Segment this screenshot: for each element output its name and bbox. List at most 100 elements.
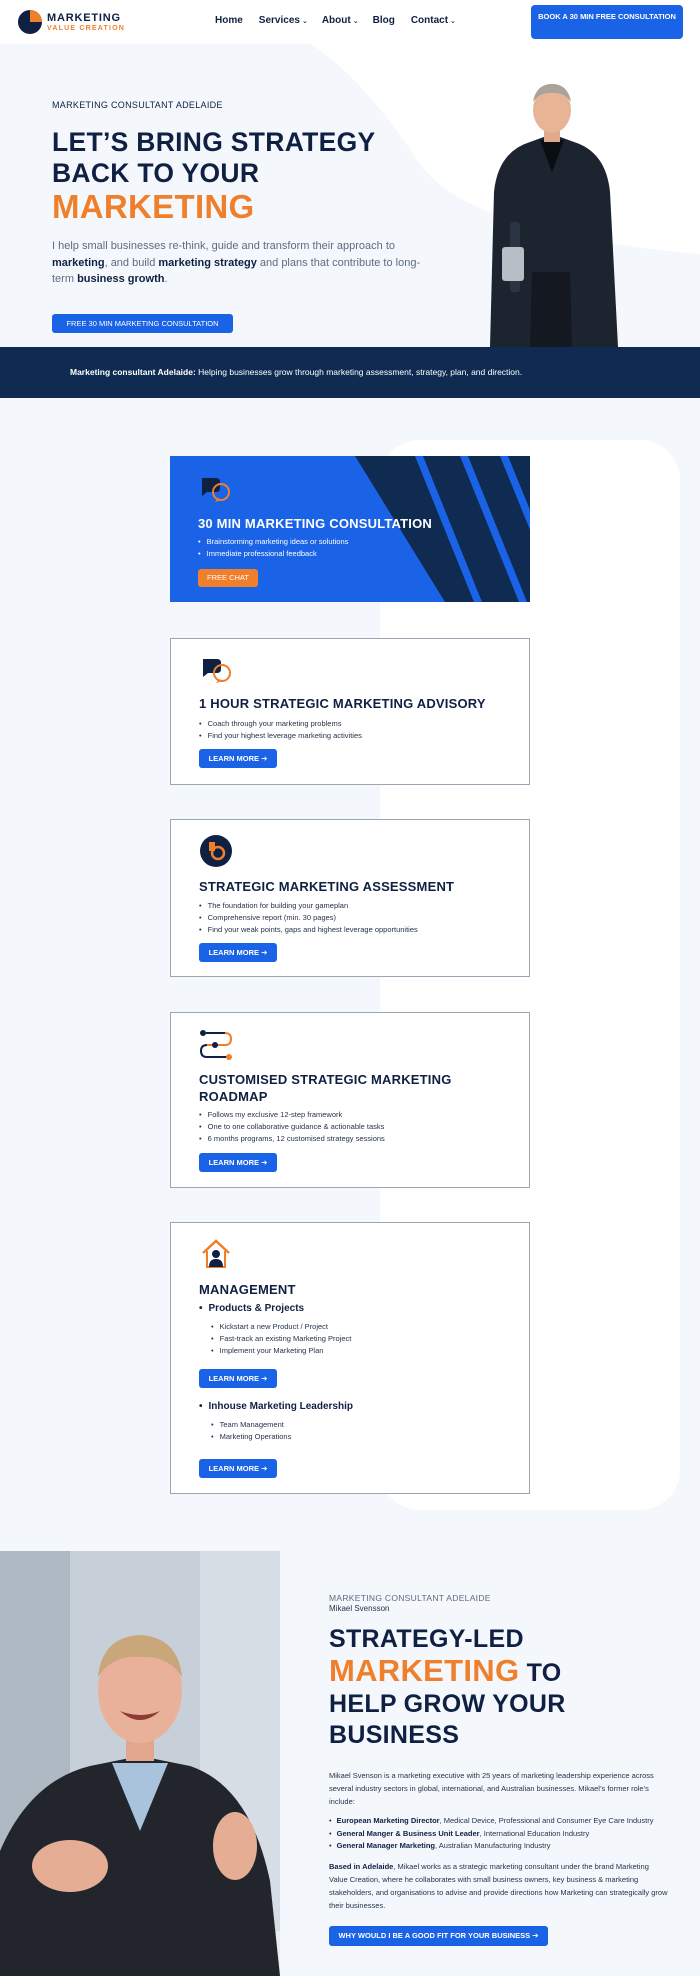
products-projects-heading: Products & Projects [199, 1303, 305, 1314]
list-item: The foundation for building your gamepla… [199, 900, 418, 912]
roadmap-title-line2: ROADMAP [199, 1089, 268, 1104]
nav-label: Home [215, 15, 243, 26]
role-detail: , Australian Manufacturing Industry [435, 1841, 551, 1850]
advisory-bullets: Coach through your marketing problems Fi… [199, 718, 362, 742]
nav-item-home[interactable]: Home [215, 15, 245, 26]
logo[interactable]: MARKETING VALUE CREATION [18, 10, 158, 34]
list-item: Immediate professional feedback [198, 548, 348, 560]
hero-text: . [164, 273, 168, 285]
free-chat-button[interactable]: FREE CHAT [198, 569, 258, 587]
role-detail: , Medical Device, Professional and Consu… [439, 1816, 654, 1825]
about-section: MARKETING CONSULTANT ADELAIDE Mikael Sve… [0, 1551, 700, 1976]
free-consultation-button[interactable]: FREE 30 MIN MARKETING CONSULTATION [52, 314, 233, 333]
about-name: Mikael Svensson [329, 1604, 390, 1613]
chat-bubbles-icon [202, 478, 230, 502]
list-item: Implement your Marketing Plan [211, 1345, 351, 1357]
hero-section: MARKETING CONSULTANT ADELAIDE LET’S BRIN… [0, 44, 700, 347]
role-title: General Manger & Business Unit Leader [336, 1828, 480, 1838]
about-heading-line1: STRATEGY-LED [329, 1625, 524, 1653]
hero-bold-text: marketing strategy [158, 256, 257, 269]
list-item: Find your highest leverage marketing act… [199, 730, 362, 742]
leadership-learn-more-button[interactable]: LEARN MORE ➔ [199, 1459, 277, 1478]
inhouse-leadership-bullets: Team Management Marketing Operations [211, 1419, 292, 1443]
assessment-title: STRATEGIC MARKETING ASSESSMENT [199, 879, 455, 894]
roles-list: European Marketing Director, Medical Dev… [329, 1815, 674, 1853]
roadmap-title: CUSTOMISED STRATEGIC MARKETING ROADMAP [199, 1071, 452, 1105]
consultation-title: 30 MIN MARKETING CONSULTATION [198, 516, 433, 531]
chevron-down-icon: ⌄ [352, 18, 359, 25]
roadmap-learn-more-button[interactable]: LEARN MORE ➔ [199, 1153, 277, 1172]
logo-top-text: MARKETING [47, 11, 121, 24]
products-learn-more-button[interactable]: LEARN MORE ➔ [199, 1369, 277, 1388]
assessment-card: STRATEGIC MARKETING ASSESSMENT The found… [170, 819, 530, 977]
hero-text: , and build [104, 256, 156, 269]
tagline-band: Marketing consultant Adelaide: Helping b… [0, 347, 700, 398]
list-item: Fast-track an existing Marketing Project [211, 1333, 352, 1345]
nav-label: Services [258, 15, 300, 26]
list-item: European Marketing Director, Medical Dev… [329, 1815, 674, 1828]
chevron-down-icon: ⌄ [450, 18, 456, 25]
management-card: MANAGEMENT Products & Projects Kickstart… [170, 1222, 530, 1494]
nav-item-contact[interactable]: Contact ⌄ [411, 15, 456, 26]
about-heading: STRATEGY-LED MARKETING TO HELP GROW YOUR… [329, 1624, 669, 1751]
about-based-bold: Based in Adelaide [329, 1862, 394, 1871]
tagline-body: Helping businesses grow through marketin… [195, 367, 523, 377]
nav-item-about[interactable]: About ⌄ [322, 15, 359, 26]
hero-bold-text: marketing [52, 256, 105, 269]
list-item: Follows my exclusive 12-step framework [199, 1109, 385, 1121]
magnifier-icon [200, 835, 232, 867]
nav-label: Blog [372, 15, 395, 26]
house-person-icon [202, 1239, 230, 1268]
advisory-card: 1 HOUR STRATEGIC MARKETING ADVISORY Coac… [170, 638, 530, 785]
role-title: General Manager Marketing [336, 1841, 436, 1850]
management-title: MANAGEMENT [199, 1282, 296, 1297]
about-heading-line3: HELP GROW YOUR [329, 1690, 566, 1718]
assessment-bullets: The foundation for building your gamepla… [199, 900, 418, 936]
main-nav: Home Services ⌄ About ⌄ Blog Contact ⌄ [215, 15, 456, 26]
hero-description: I help small businesses re-think, guide … [52, 238, 442, 288]
chevron-down-icon: ⌄ [301, 18, 308, 25]
book-consultation-button[interactable]: BOOK A 30 MIN FREE CONSULTATION [531, 5, 683, 39]
hero-heading-line1: LET’S BRING STRATEGY [52, 127, 376, 157]
page: MARKETING VALUE CREATION Home Services ⌄ … [0, 0, 700, 1976]
good-fit-button[interactable]: WHY WOULD I BE A GOOD FIT FOR YOUR BUSIN… [329, 1926, 548, 1946]
logo-mark-icon [18, 10, 42, 34]
hero-heading-line2: BACK TO YOUR [52, 158, 260, 188]
tagline-bold: Marketing consultant Adelaide: [70, 367, 196, 377]
list-item: General Manger & Business Unit Leader, I… [329, 1828, 674, 1841]
list-item: Marketing Operations [211, 1431, 292, 1443]
about-heading-highlight: MARKETING [329, 1653, 520, 1688]
roadmap-card: CUSTOMISED STRATEGIC MARKETING ROADMAP Fo… [170, 1012, 530, 1188]
hero-heading: LET’S BRING STRATEGY BACK TO YOUR MARKET… [52, 127, 376, 225]
about-based-in: Based in Adelaide, Mikael works as a str… [329, 1860, 669, 1912]
list-item: Brainstorming marketing ideas or solutio… [198, 536, 349, 548]
list-item: Team Management [211, 1419, 291, 1431]
consultation-card: 30 MIN MARKETING CONSULTATION Brainstorm… [170, 456, 530, 602]
nav-label: About [321, 15, 351, 26]
consultation-bullets: Brainstorming marketing ideas or solutio… [198, 536, 349, 560]
hero-eyebrow: MARKETING CONSULTANT ADELAIDE [52, 100, 223, 110]
list-item: Coach through your marketing problems [199, 718, 362, 730]
tagline-text: Marketing consultant Adelaide: Helping b… [70, 367, 522, 377]
list-item: Kickstart a new Product / Project [211, 1321, 351, 1333]
roadmap-title-line1: CUSTOMISED STRATEGIC MARKETING [199, 1072, 452, 1087]
role-detail: , International Education Industry [479, 1828, 590, 1838]
list-item: 6 months programs, 12 customised strateg… [199, 1133, 385, 1145]
roadmap-bullets: Follows my exclusive 12-step framework O… [199, 1109, 385, 1145]
products-projects-bullets: Kickstart a new Product / Project Fast-t… [211, 1321, 352, 1357]
list-item: Comprehensive report (min. 30 pages) [199, 912, 418, 924]
assessment-learn-more-button[interactable]: LEARN MORE ➔ [199, 943, 277, 962]
about-intro: Mikael Svenson is a marketing executive … [329, 1771, 654, 1806]
hero-bold-text: business growth [77, 273, 165, 285]
chat-bubbles-icon [203, 659, 231, 683]
advisory-learn-more-button[interactable]: LEARN MORE ➔ [199, 749, 277, 768]
nav-label: Contact [410, 15, 449, 26]
site-header: MARKETING VALUE CREATION Home Services ⌄ … [0, 0, 700, 44]
logo-bottom-text: VALUE CREATION [47, 24, 125, 32]
logo-wordmark: MARKETING VALUE CREATION [47, 11, 125, 32]
roadmap-icon [199, 1030, 233, 1060]
nav-item-services[interactable]: Services ⌄ [259, 15, 308, 26]
nav-item-blog[interactable]: Blog [373, 15, 397, 26]
hero-text: I help small businesses re-think, guide … [52, 240, 396, 252]
advisory-title: 1 HOUR STRATEGIC MARKETING ADVISORY [199, 696, 486, 711]
